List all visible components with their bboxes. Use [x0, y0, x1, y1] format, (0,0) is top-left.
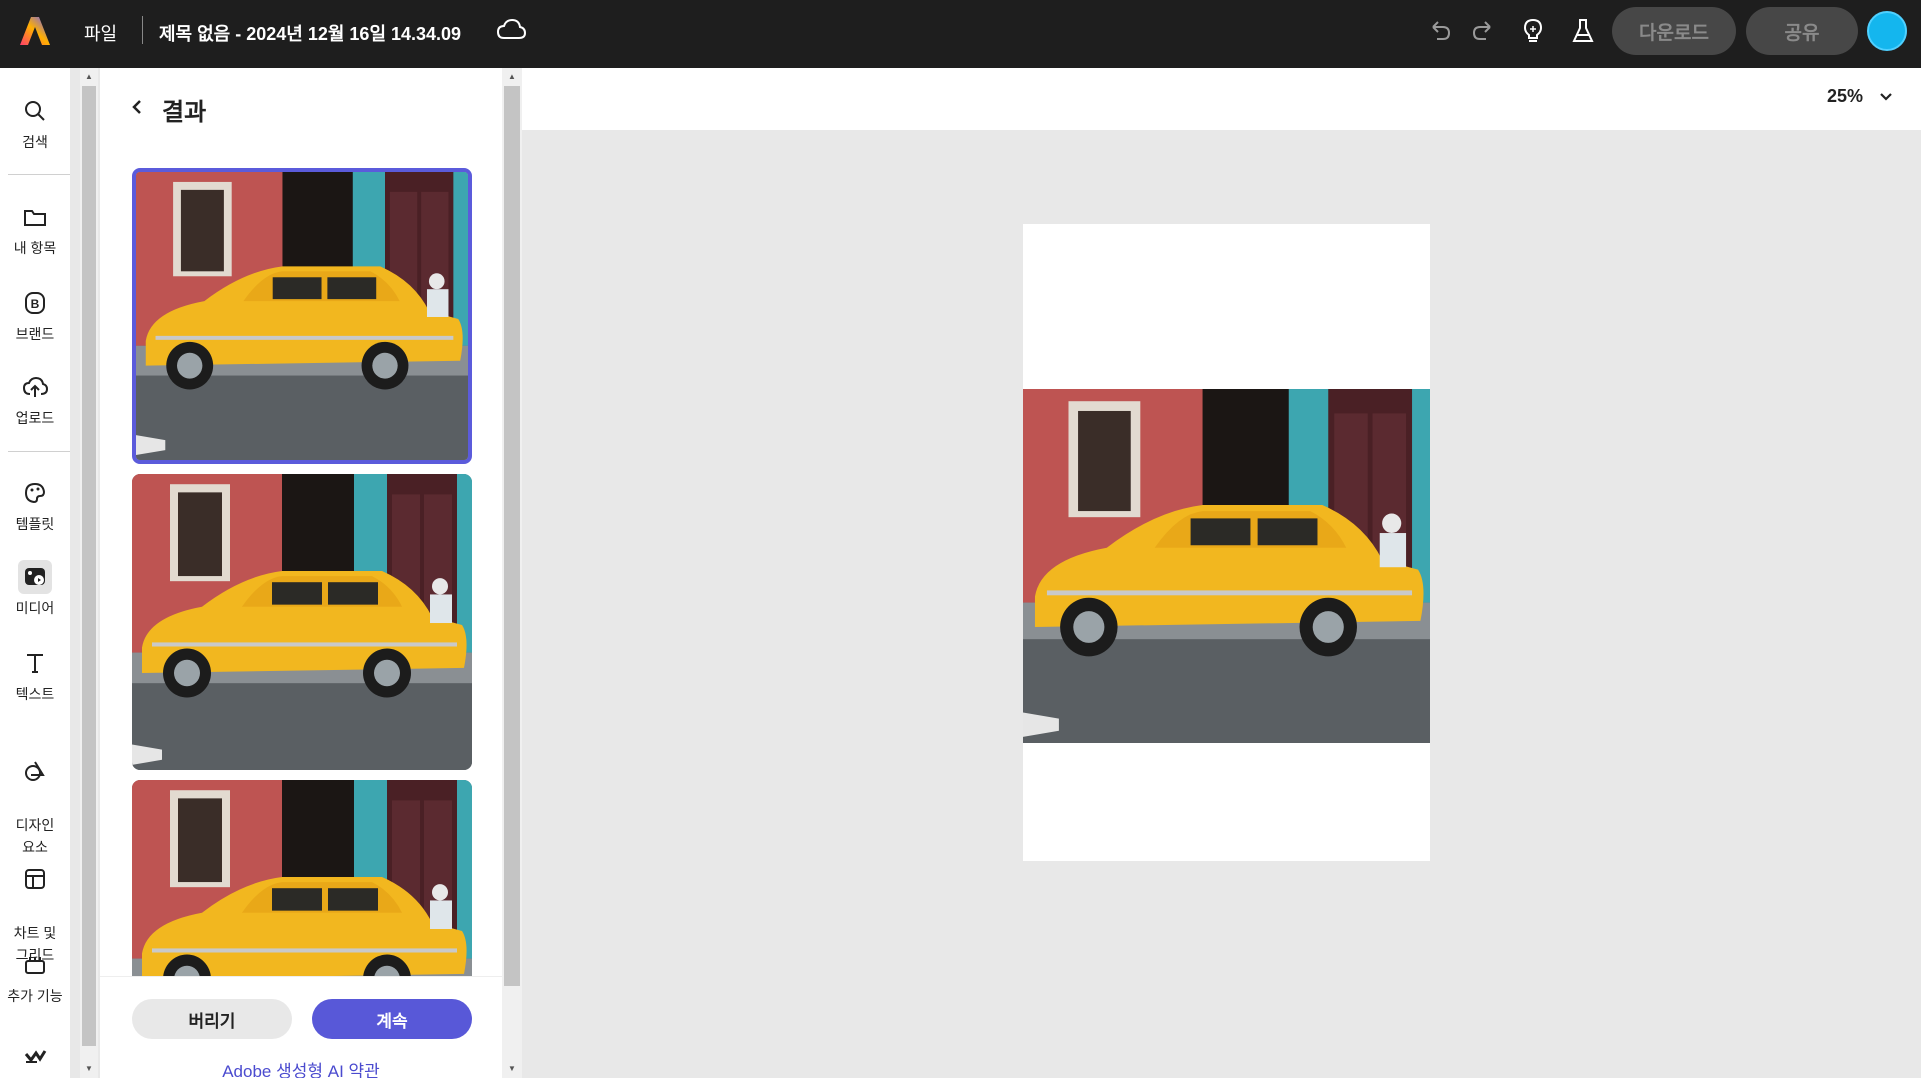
zoom-dropdown[interactable]: 25%: [1827, 86, 1893, 107]
scrollbar-thumb[interactable]: [82, 86, 96, 1046]
rail-item-label: 내 항목: [13, 240, 57, 256]
download-button[interactable]: 다운로드: [1612, 7, 1736, 55]
design-elements-icon: [18, 754, 52, 788]
car-photo-image: [132, 474, 472, 770]
result-thumbnail-1[interactable]: [132, 168, 472, 464]
cloud-sync-icon[interactable]: [496, 17, 527, 43]
scroll-down-arrow-icon[interactable]: ▼: [502, 1062, 522, 1076]
folder-icon: [18, 200, 52, 234]
rail-item-my-items[interactable]: 내 항목: [0, 200, 70, 258]
rail-item-media[interactable]: 미디어: [0, 560, 70, 618]
avatar[interactable]: [1867, 11, 1907, 51]
scroll-down-arrow-icon[interactable]: ▼: [80, 1062, 98, 1076]
rail-item-label: 검색: [22, 134, 48, 150]
share-button[interactable]: 공유: [1746, 7, 1858, 55]
rail-divider: [8, 174, 70, 175]
rail-item-upload[interactable]: 업로드: [0, 370, 70, 428]
rail-item-template[interactable]: 템플릿: [0, 476, 70, 534]
chevron-down-icon: [1879, 86, 1893, 107]
undo-icon[interactable]: [1425, 16, 1455, 46]
left-rail: 검색 내 항목 B 브랜드 업로드 템플릿 미디어 텍스트 디자인 요소 차트 …: [0, 68, 70, 1078]
rail-item-addons[interactable]: 추가 기능: [0, 948, 70, 1006]
brand-icon: B: [18, 286, 52, 320]
text-icon: [18, 646, 52, 680]
chart-grid-icon: [18, 862, 52, 896]
lightbulb-icon[interactable]: [1518, 16, 1548, 46]
canvas-toolbar: 25%: [522, 68, 1921, 130]
panel-scrollbar[interactable]: ▲ ▼: [502, 68, 522, 1078]
continue-button[interactable]: 계속: [312, 999, 472, 1039]
wand-icon: [18, 1038, 52, 1072]
rail-item-label: 텍스트: [15, 686, 55, 702]
document-title[interactable]: 제목 없음 - 2024년 12월 16일 14.34.09: [159, 20, 461, 46]
design-page[interactable]: [1023, 224, 1430, 861]
scroll-up-arrow-icon[interactable]: ▲: [502, 70, 522, 84]
rail-item-label: 브랜드: [15, 326, 55, 342]
results-panel: 결과 버리기 계속 Adobe 생성형 AI 약관: [100, 68, 502, 1078]
file-menu[interactable]: 파일: [84, 20, 117, 46]
rail-item-text[interactable]: 텍스트: [0, 646, 70, 704]
panel-title: 결과: [162, 99, 207, 126]
upload-icon: [18, 370, 52, 404]
top-bar: 파일 제목 없음 - 2024년 12월 16일 14.34.09 다운로드 공…: [0, 0, 1921, 68]
search-icon: [18, 94, 52, 128]
zoom-value: 25%: [1826, 86, 1863, 106]
rail-item-label: 추가 기능: [7, 988, 63, 1004]
addons-icon: [18, 948, 52, 982]
car-photo-image: [136, 172, 468, 460]
scroll-up-arrow-icon[interactable]: ▲: [80, 70, 98, 84]
media-icon: [18, 560, 52, 594]
rail-scrollbar[interactable]: ▲ ▼: [80, 68, 98, 1078]
placed-car-image[interactable]: [1023, 389, 1430, 743]
rail-item-label: 템플릿: [15, 516, 55, 532]
discard-button[interactable]: 버리기: [132, 999, 292, 1039]
result-thumbnail-2[interactable]: [132, 474, 472, 770]
redo-icon[interactable]: [1468, 16, 1498, 46]
svg-text:B: B: [31, 297, 40, 311]
panel-header: 결과: [130, 92, 206, 127]
scrollbar-thumb[interactable]: [504, 86, 520, 986]
rail-item-brand[interactable]: B 브랜드: [0, 286, 70, 344]
template-icon: [18, 476, 52, 510]
beaker-icon[interactable]: [1568, 16, 1598, 46]
rail-item-search[interactable]: 검색: [0, 94, 70, 152]
adobe-express-logo-icon[interactable]: [18, 14, 52, 48]
rail-divider: [8, 451, 70, 452]
terms-link[interactable]: Adobe 생성형 AI 약관: [100, 1057, 502, 1078]
divider: [142, 16, 143, 44]
panel-footer: 버리기 계속 Adobe 생성형 AI 약관: [100, 976, 502, 1078]
rail-item-label: 업로드: [15, 410, 55, 426]
rail-item-more[interactable]: [0, 1038, 70, 1076]
rail-item-label: 미디어: [15, 600, 55, 616]
back-chevron-icon[interactable]: [130, 98, 144, 121]
